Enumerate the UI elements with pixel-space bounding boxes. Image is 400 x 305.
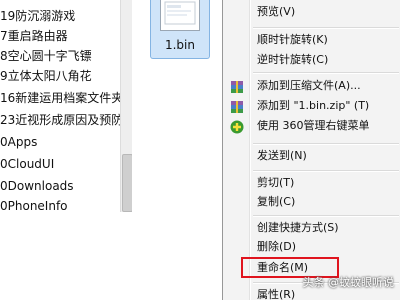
menu-separator	[253, 170, 399, 172]
menu-item-label: 使用 360管理右键菜单	[257, 119, 370, 132]
navigation-pane: 19防沉溺游戏 7重启路由器 8空心圆十字飞镖 9立体太阳八角花 16新建运用档…	[0, 0, 132, 212]
nav-folder-item[interactable]: 0Downloads	[0, 176, 74, 196]
nav-folder-item[interactable]: 0Apps	[0, 132, 37, 152]
empty-area	[0, 212, 222, 300]
menu-item-label: 逆时针旋转(C)	[257, 53, 329, 66]
menu-item-label: 添加到压缩文件(A)...	[257, 79, 361, 92]
menu-item-rotate-counterclockwise[interactable]: 逆时针旋转(C)	[223, 50, 400, 70]
menu-separator	[253, 143, 399, 145]
menu-item-label: 创建快捷方式(S)	[257, 221, 339, 234]
menu-item-delete[interactable]: 删除(D)	[223, 237, 400, 257]
file-thumbnail-icon	[160, 0, 200, 31]
360-icon	[230, 119, 244, 134]
content-pane: 1.bin	[132, 0, 222, 212]
menu-item-preview[interactable]: 预览(V)	[223, 2, 400, 22]
menu-item-label: 发送到(N)	[257, 149, 307, 162]
nav-scrollbar[interactable]	[120, 0, 132, 212]
menu-item-cut[interactable]: 剪切(T)	[223, 173, 400, 193]
menu-item-label: 顺时针旋转(K)	[257, 33, 328, 46]
menu-item-label: 添加到 "1.bin.zip" (T)	[257, 99, 370, 112]
menu-item-360-manage[interactable]: 使用 360管理右键菜单	[223, 116, 400, 136]
context-menu: 预览(V) 顺时针旋转(K) 逆时针旋转(C) 添加到压缩文件(A)... 添加…	[222, 0, 400, 301]
menu-separator	[253, 27, 399, 29]
menu-item-create-shortcut[interactable]: 创建快捷方式(S)	[223, 218, 400, 238]
menu-item-label: 预览(V)	[257, 5, 296, 18]
menu-item-label: 剪切(T)	[257, 176, 295, 189]
file-name-label: 1.bin	[164, 38, 195, 52]
menu-item-rotate-clockwise[interactable]: 顺时针旋转(K)	[223, 30, 400, 50]
menu-separator	[253, 215, 399, 217]
nav-folder-item[interactable]: 8空心圆十字飞镖	[0, 46, 92, 66]
archive-icon	[230, 99, 244, 113]
menu-item-label: 删除(D)	[257, 240, 297, 253]
menu-item-copy[interactable]: 复制(C)	[223, 192, 400, 212]
selected-file[interactable]: 1.bin	[150, 0, 210, 59]
archive-icon	[230, 79, 244, 93]
menu-item-label: 复制(C)	[257, 195, 296, 208]
menu-item-label: 属性(R)	[257, 288, 296, 301]
nav-folder-item[interactable]: 23近视形成原因及预防	[0, 110, 123, 130]
nav-scroll-thumb[interactable]	[122, 154, 132, 212]
menu-item-add-to-zip[interactable]: 添加到 "1.bin.zip" (T)	[223, 96, 400, 116]
watermark: 头条 @蚊蚊眼听说	[302, 276, 395, 289]
nav-folder-item[interactable]: 16新建运用档案文件夹	[0, 88, 123, 108]
nav-folder-item[interactable]: 7重启路由器	[0, 26, 68, 46]
nav-folder-item[interactable]: 0CloudUI	[0, 154, 54, 174]
nav-folder-item[interactable]: 19防沉溺游戏	[0, 6, 75, 26]
nav-folder-item[interactable]: 9立体太阳八角花	[0, 66, 92, 86]
menu-item-add-to-archive[interactable]: 添加到压缩文件(A)...	[223, 76, 400, 96]
menu-item-send-to[interactable]: 发送到(N)	[223, 146, 400, 166]
menu-separator	[253, 72, 399, 74]
nav-folder-item[interactable]: 0PhoneInfo	[0, 196, 68, 212]
